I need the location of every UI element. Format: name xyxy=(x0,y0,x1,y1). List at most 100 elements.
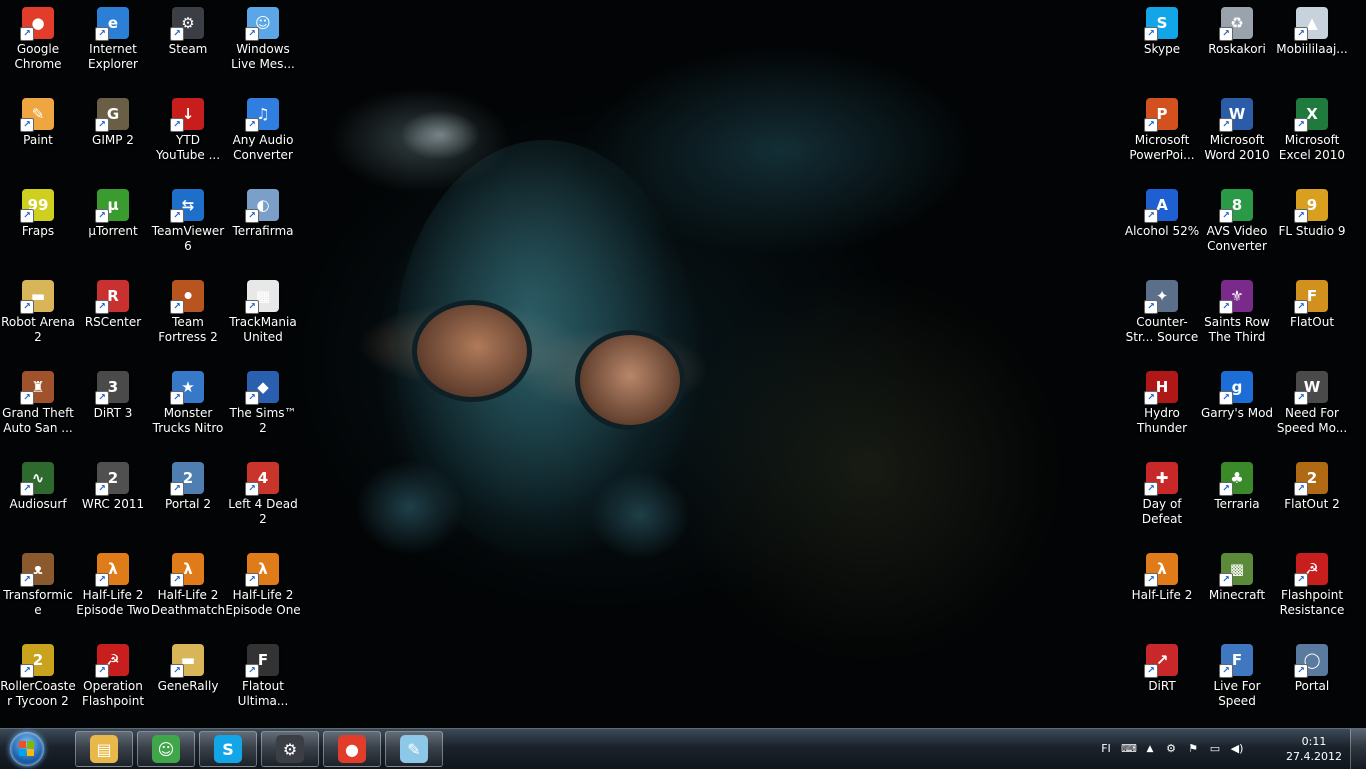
desktop-icon[interactable]: ☺ ↗ Windows Live Mes... xyxy=(225,0,301,88)
language-indicator[interactable]: FI xyxy=(1096,740,1116,758)
desktop-icon[interactable]: 8 ↗ AVS Video Converter xyxy=(1199,182,1275,270)
flag-icon[interactable]: ⚑ xyxy=(1184,740,1202,758)
desktop-icon[interactable]: F ↗ Flatout Ultima... xyxy=(225,637,301,725)
desktop-icon[interactable]: ☭ ↗ Operation Flashpoint xyxy=(75,637,151,725)
desktop-icon[interactable]: 3 ↗ DiRT 3 xyxy=(75,364,151,452)
flatout-icon: F ↗ xyxy=(1294,280,1328,314)
desktop-icon[interactable]: ▩ ↗ Minecraft xyxy=(1199,546,1275,634)
desktop-icon[interactable]: 4 ↗ Left 4 Dead 2 xyxy=(225,455,301,543)
desktop-icon[interactable]: 2 ↗ FlatOut 2 xyxy=(1274,455,1350,543)
start-button[interactable] xyxy=(4,731,50,767)
desktop-icon[interactable]: 9 ↗ FL Studio 9 xyxy=(1274,182,1350,270)
desktop-icon[interactable]: ⚜ ↗ Saints Row The Third xyxy=(1199,273,1275,361)
desktop-icon-label: RSCenter xyxy=(84,315,142,329)
steam-icon: ⚙ xyxy=(276,735,304,763)
steam-tray-icon[interactable]: ⚙ xyxy=(1162,740,1180,758)
desktop-icon[interactable]: ● ↗ Google Chrome xyxy=(0,0,76,88)
shortcut-arrow-icon: ↗ xyxy=(1294,482,1308,496)
desktop-icon[interactable]: 2 ↗ RollerCoaster Tycoon 2 xyxy=(0,637,76,725)
desktop-icon-label: Alcohol 52% xyxy=(1124,224,1200,238)
skype-icon: S ↗ xyxy=(1144,7,1178,41)
desktop-icon[interactable]: F ↗ Live For Speed xyxy=(1199,637,1275,725)
taskbar-button-notepad[interactable]: ✎ xyxy=(385,731,443,767)
desktop-icon-label: FlatOut xyxy=(1289,315,1335,329)
show-desktop-button[interactable] xyxy=(1350,729,1366,769)
shortcut-arrow-icon: ↗ xyxy=(245,118,259,132)
shortcut-arrow-icon: ↗ xyxy=(95,573,109,587)
desktop-icon[interactable]: ◯ ↗ Portal xyxy=(1274,637,1350,725)
volume-icon[interactable]: ◀) xyxy=(1228,740,1246,758)
desktop-icon[interactable]: e ↗ Internet Explorer xyxy=(75,0,151,88)
desktop-icon[interactable]: 99 ↗ Fraps xyxy=(0,182,76,270)
sims-icon: ◆ ↗ xyxy=(245,371,279,405)
desktop-icon-label: Operation Flashpoint xyxy=(81,679,145,708)
taskbar-button-skype[interactable]: S xyxy=(199,731,257,767)
desktop-icon[interactable]: G ↗ GIMP 2 xyxy=(75,91,151,179)
keyboard-icon[interactable]: ⌨ xyxy=(1120,740,1138,758)
excel-icon: X ↗ xyxy=(1294,98,1328,132)
desktop-icon[interactable]: ♣ ↗ Terraria xyxy=(1199,455,1275,543)
network-icon[interactable]: ▭ xyxy=(1206,740,1224,758)
desktop-icon[interactable]: λ ↗ Half-Life 2 Episode Two xyxy=(75,546,151,634)
desktop-icon[interactable]: ✦ ↗ Counter-Str... Source xyxy=(1124,273,1200,361)
desktop-icon[interactable]: ◐ ↗ Terrafirma xyxy=(225,182,301,270)
desktop[interactable]: ● ↗ Google Chrome e ↗ Internet Explorer ⚙ ↗ Stea… xyxy=(0,0,1366,728)
desktop-icon[interactable]: ↓ ↗ YTD YouTube ... xyxy=(150,91,226,179)
gta-icon: ♜ ↗ xyxy=(20,371,54,405)
steam-icon: ⚙ ↗ xyxy=(170,7,204,41)
desktop-icon[interactable]: S ↗ Skype xyxy=(1124,0,1200,88)
desktop-icon[interactable]: A ↗ Alcohol 52% xyxy=(1124,182,1200,270)
shortcut-arrow-icon: ↗ xyxy=(1294,300,1308,314)
desktop-icon[interactable]: P ↗ Microsoft PowerPoi... xyxy=(1124,91,1200,179)
chrome-icon: ● xyxy=(338,735,366,763)
desktop-icon[interactable]: ☭ ↗ Flashpoint Resistance xyxy=(1274,546,1350,634)
desktop-icon[interactable]: µ ↗ µTorrent xyxy=(75,182,151,270)
taskbar-button-messenger[interactable]: ☺ xyxy=(137,731,195,767)
desktop-icon[interactable]: H ↗ Hydro Thunder xyxy=(1124,364,1200,452)
show-hidden-icons-arrow[interactable]: ▲ xyxy=(1144,740,1156,758)
desktop-icon[interactable]: ▦ ↗ TrackMania United xyxy=(225,273,301,361)
desktop-icon[interactable]: λ ↗ Half-Life 2 Deathmatch xyxy=(150,546,226,634)
desktop-icon[interactable]: W ↗ Microsoft Word 2010 xyxy=(1199,91,1275,179)
desktop-icon-label: FL Studio 9 xyxy=(1278,224,1346,238)
shortcut-arrow-icon: ↗ xyxy=(20,391,34,405)
taskbar-button-explorer[interactable]: ▤ xyxy=(75,731,133,767)
desktop-icon[interactable]: 2 ↗ Portal 2 xyxy=(150,455,226,543)
desktop-icon[interactable]: 2 ↗ WRC 2011 xyxy=(75,455,151,543)
desktop-icon[interactable]: λ ↗ Half-Life 2 Episode One xyxy=(225,546,301,634)
desktop-icon[interactable]: ᴥ ↗ Transformice xyxy=(0,546,76,634)
desktop-icon[interactable]: ⚙ ↗ Steam xyxy=(150,0,226,88)
desktop-icon[interactable]: ◆↗The Sims™ 2 Vuodenajat xyxy=(225,364,301,452)
desktop-icon[interactable]: λ ↗ Half-Life 2 xyxy=(1124,546,1200,634)
taskbar-button-chrome[interactable]: ● xyxy=(323,731,381,767)
shortcut-arrow-icon: ↗ xyxy=(245,391,259,405)
desktop-icon[interactable]: W ↗ Need For Speed Mo... xyxy=(1274,364,1350,452)
shortcut-arrow-icon: ↗ xyxy=(170,209,184,223)
desktop-icon[interactable]: R ↗ RSCenter xyxy=(75,273,151,361)
desktop-icon[interactable]: X ↗ Microsoft Excel 2010 xyxy=(1274,91,1350,179)
desktop-icon[interactable]: ∿ ↗ Audiosurf xyxy=(0,455,76,543)
desktop-icon[interactable]: ⇆ ↗ TeamViewer 6 xyxy=(150,182,226,270)
internet-explorer-icon: e ↗ xyxy=(95,7,129,41)
desktop-icon[interactable]: ♜ ↗ Grand Theft Auto San ... xyxy=(0,364,76,452)
portal-icon: ◯ ↗ xyxy=(1294,644,1328,678)
desktop-icon[interactable]: ✚↗Day of Defeat Source xyxy=(1124,455,1200,543)
desktop-icon[interactable]: ↗ ↗ DiRT xyxy=(1124,637,1200,725)
desktop-icon[interactable]: g ↗ Garry's Mod xyxy=(1199,364,1275,452)
transformice-icon: ᴥ ↗ xyxy=(20,553,54,587)
desktop-icon-label: Hydro Thunder xyxy=(1136,406,1188,435)
desktop-icon[interactable]: ✎ ↗ Paint xyxy=(0,91,76,179)
dirt3-icon: 3 ↗ xyxy=(95,371,129,405)
shortcut-arrow-icon: ↗ xyxy=(20,300,34,314)
desktop-icon[interactable]: F ↗ FlatOut xyxy=(1274,273,1350,361)
desktop-icon[interactable]: ♫ ↗ Any Audio Converter xyxy=(225,91,301,179)
desktop-icon[interactable]: ▬ ↗ Robot Arena 2 xyxy=(0,273,76,361)
desktop-icon[interactable]: ▬ ↗ GeneRally xyxy=(150,637,226,725)
clock[interactable]: 0:11 27.4.2012 xyxy=(1284,734,1344,764)
taskbar-button-steam[interactable]: ⚙ xyxy=(261,731,319,767)
desktop-icon[interactable]: ★ ↗ Monster Trucks Nitro xyxy=(150,364,226,452)
desktop-icon[interactable]: ♻ ↗ Roskakori xyxy=(1199,0,1275,88)
desktop-icon[interactable]: ⚫ ↗ Team Fortress 2 xyxy=(150,273,226,361)
shortcut-arrow-icon: ↗ xyxy=(1294,118,1308,132)
desktop-icon[interactable]: ▲ ↗ Mobiililaaj... xyxy=(1274,0,1350,88)
